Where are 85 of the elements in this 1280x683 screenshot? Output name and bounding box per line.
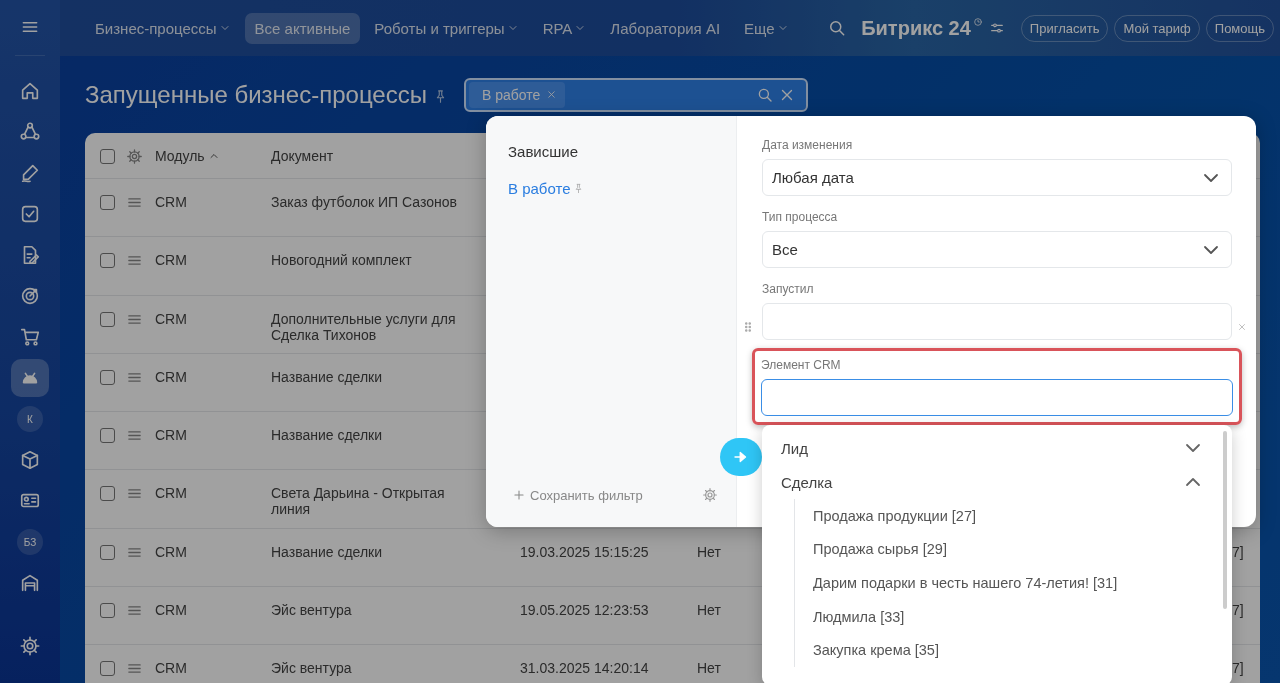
table-cell: Нет	[697, 602, 721, 619]
column-header[interactable]: Модуль	[155, 148, 271, 164]
table-cell: CRM	[155, 252, 187, 269]
select-field[interactable]: Любая дата	[762, 159, 1232, 196]
table-cell: CRM	[155, 602, 187, 619]
network-icon	[19, 121, 41, 143]
table-cell: Название сделки	[271, 368, 383, 385]
table-cell-text: Света Дарьина - Открытая линия	[271, 485, 446, 518]
logo: Битрикс 24	[861, 16, 983, 40]
table-cell: Нет	[697, 543, 721, 560]
field-label: Дата изменения	[762, 138, 854, 152]
table-cell: CRM	[155, 543, 187, 560]
table-cell-text: Дополнительные услуги для Сделка Тихонов	[271, 310, 457, 343]
group-header[interactable]: Лид	[762, 431, 1232, 465]
group-header[interactable]: Сделка	[762, 465, 1232, 499]
nav-tab[interactable]: Бизнес-процессы	[85, 12, 241, 44]
table-cell: Эйс вентура	[271, 660, 352, 677]
remove-icon[interactable]	[546, 89, 558, 100]
table-cell: CRM	[155, 194, 187, 210]
dropdown-item[interactable]: Дарим подарки в честь нашего 74-летия! [31]	[813, 566, 1232, 600]
chevron-icon[interactable]	[1186, 444, 1200, 452]
checkbox[interactable]	[100, 428, 115, 444]
field-label: Элемент CRM	[761, 358, 842, 372]
table-cell: CRM	[155, 368, 187, 385]
table-cell: CRM	[155, 427, 187, 444]
checkbox[interactable]	[100, 661, 115, 677]
table-cell: CRM	[155, 310, 187, 327]
clock-icon	[972, 16, 983, 27]
pen-icon	[19, 162, 41, 184]
dropdown-item[interactable]: Людмила [33]	[813, 599, 1232, 634]
dropdown-item[interactable]: Закупка крема [35]	[813, 633, 1232, 667]
scrollbar[interactable]	[1223, 431, 1227, 609]
select-field[interactable]: Все	[762, 231, 1232, 268]
nav-tab[interactable]: RPA	[532, 12, 597, 44]
table-cell: Название сделки	[271, 543, 383, 560]
target-icon	[19, 285, 41, 307]
home-icon	[19, 80, 41, 102]
remove-icon[interactable]	[1237, 322, 1247, 332]
dropdown-item[interactable]: Продажа продукции [27]	[813, 499, 1232, 533]
checkbox[interactable]	[100, 544, 115, 560]
table-cell: 7]	[1232, 543, 1244, 560]
table-cell: 19.05.2025 12:23:53	[520, 602, 649, 619]
checkbox[interactable]	[100, 603, 115, 619]
table-cell: CRM	[155, 660, 187, 677]
chevron-icon	[1204, 245, 1218, 254]
box-icon	[19, 449, 41, 471]
filter-preset[interactable]: Зависшие	[508, 143, 712, 160]
garage-icon	[19, 572, 41, 594]
table-cell: Название сделки	[271, 427, 383, 444]
checkbox[interactable]	[100, 149, 115, 164]
table-cell: CRM	[155, 485, 187, 502]
table-cell: 7]	[1232, 602, 1244, 619]
filter-search-field[interactable]: В работе	[463, 77, 808, 112]
table-cell: 31.03.2025 14:20:14	[520, 660, 649, 677]
apply-button[interactable]	[720, 438, 762, 476]
settings-icon[interactable]	[126, 148, 143, 165]
table-cell: Заказ футболок ИП Сазонов	[271, 194, 457, 210]
input-field[interactable]	[761, 379, 1233, 416]
filter-preset[interactable]: В работе	[508, 180, 712, 197]
chevron-icon[interactable]	[1186, 478, 1200, 486]
field-label: Тип процесса	[762, 210, 839, 224]
checkbox[interactable]	[100, 369, 115, 385]
checkbox[interactable]	[100, 486, 115, 502]
settings-icon[interactable]	[702, 487, 718, 503]
table-cell: Эйс вентура	[271, 602, 352, 619]
field-label: Запустил	[762, 282, 815, 296]
table-cell: Новогодний комплект	[271, 252, 412, 269]
column-header[interactable]: Документ	[271, 148, 471, 164]
table-cell: 7]	[1232, 660, 1244, 677]
checkbox[interactable]	[100, 195, 115, 210]
dropdown-item[interactable]: Продажа сырья [29]	[813, 532, 1232, 567]
page-title: Запущенные бизнес-процессы	[85, 80, 427, 109]
nav-tab[interactable]: Роботы и триггеры	[364, 12, 529, 44]
chevron-icon	[1204, 173, 1218, 182]
checkbox[interactable]	[100, 311, 115, 327]
plus-icon	[512, 488, 526, 502]
table-cell: 19.03.2025 15:15:25	[520, 543, 649, 560]
cart-icon	[19, 326, 41, 348]
table-cell: Нет	[697, 660, 721, 677]
checkbox[interactable]	[100, 253, 115, 269]
checkbox-icon	[19, 203, 41, 225]
nav-tab[interactable]: Лаборатория AI	[600, 12, 731, 44]
save-filter-link[interactable]: Сохранить фильтр	[512, 487, 643, 503]
filter-tag[interactable]: В работе	[468, 81, 566, 108]
nav-tab[interactable]: Еще	[734, 12, 799, 44]
